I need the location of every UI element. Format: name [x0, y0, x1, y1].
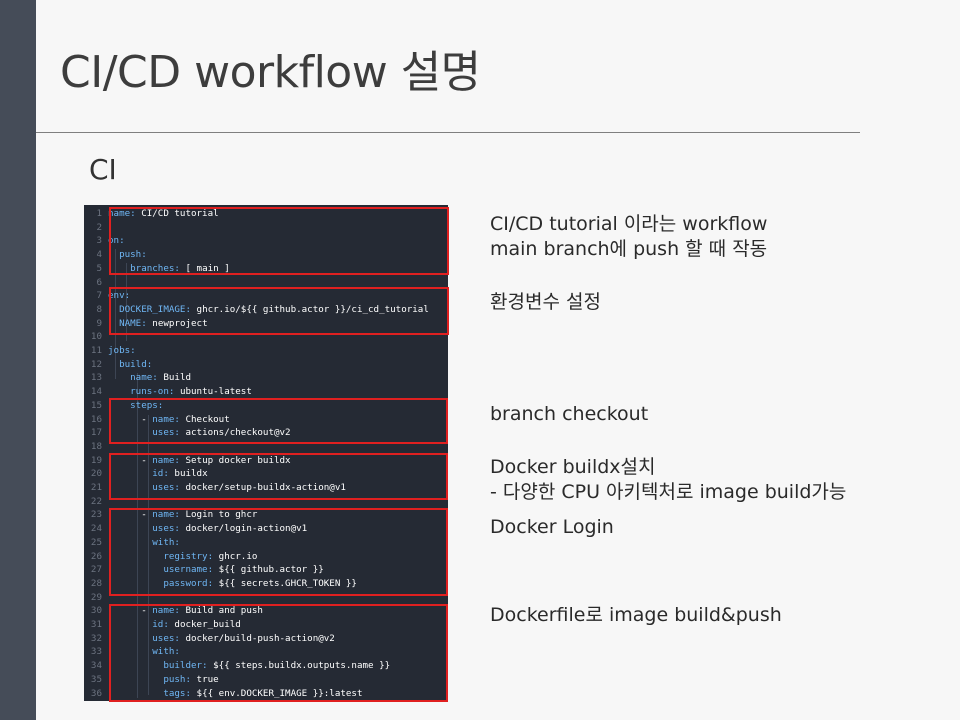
highlight-box-checkout	[109, 398, 448, 444]
title-divider	[36, 132, 860, 133]
line-number: 27	[90, 564, 102, 576]
line-number: 17	[90, 427, 102, 439]
line-number: 12	[90, 358, 102, 370]
line-number: 29	[90, 591, 102, 603]
line-number: 28	[90, 577, 102, 589]
yaml-key: name:	[130, 372, 158, 384]
line-number: 33	[90, 646, 102, 658]
line-number: 2	[96, 221, 102, 233]
line-number: 11	[90, 345, 102, 356]
code-line: 13 name: Build	[84, 371, 448, 385]
annotation-workflow-name: CI/CD tutorial 이라는 workflow main branch에…	[490, 212, 767, 262]
line-number: 4	[96, 249, 102, 261]
code-text: jobs:	[108, 344, 136, 358]
highlight-box-buildx	[109, 453, 448, 500]
annotation-checkout: branch checkout	[490, 403, 649, 425]
highlight-box-login	[109, 508, 448, 596]
line-number: 3	[96, 235, 102, 247]
line-number: 14	[90, 386, 102, 398]
annotation-login: Docker Login	[490, 516, 614, 538]
annotation-workflow-name-text: CI/CD tutorial 이라는 workflow	[490, 213, 768, 235]
highlight-box-env	[109, 287, 449, 335]
yaml-key: jobs:	[108, 345, 136, 356]
code-line: 14 runs-on: ubuntu-latest	[84, 385, 448, 399]
line-number: 22	[90, 495, 102, 507]
line-number: 23	[90, 509, 102, 521]
section-label: CI	[89, 153, 117, 186]
line-number: 25	[90, 536, 102, 548]
line-number: 15	[90, 399, 102, 411]
line-number: 34	[90, 660, 102, 672]
line-number: 21	[90, 482, 102, 493]
code-text: name: Build	[130, 372, 192, 384]
line-number: 16	[90, 413, 102, 425]
yaml-key: runs-on:	[130, 386, 175, 398]
code-line: 11 jobs:	[84, 344, 448, 358]
line-number: 30	[90, 605, 102, 617]
line-number: 36	[90, 687, 102, 699]
annotation-build-push: Dockerfile로 image build&push	[490, 604, 782, 626]
line-number: 6	[96, 276, 102, 288]
line-number: 31	[90, 619, 102, 630]
line-number: 24	[90, 523, 102, 535]
code-line: 12 build:	[84, 358, 448, 372]
line-number: 26	[90, 550, 102, 562]
line-number: 19	[90, 454, 102, 466]
annotation-buildx: Docker buildx설치 - 다양한 CPU 아키텍처로 image bu…	[490, 455, 846, 505]
line-number: 1	[96, 208, 102, 219]
highlight-box-workflow-trigger	[109, 207, 449, 275]
slide-title: CI/CD workflow 설명	[60, 47, 481, 98]
line-number: 7	[96, 290, 102, 302]
yaml-key: build:	[119, 358, 153, 370]
line-number: 20	[90, 468, 102, 480]
line-number: 5	[96, 262, 102, 274]
line-number: 32	[90, 632, 102, 644]
line-number: 8	[96, 303, 102, 315]
annotation-buildx-text: Docker buildx설치	[490, 456, 656, 478]
code-text: build:	[108, 358, 152, 372]
line-number: 18	[90, 440, 102, 452]
line-number: 35	[90, 673, 102, 685]
highlight-box-build-push	[109, 604, 448, 702]
line-number: 10	[90, 331, 102, 343]
code-text: runs-on: ubuntu-latest	[130, 386, 252, 398]
slide-side-bar	[0, 0, 36, 720]
annotation-buildx-detail: - 다양한 CPU 아키텍처로 image build가능	[490, 481, 847, 503]
line-number: 13	[90, 372, 102, 384]
annotation-env: 환경변수 설정	[490, 291, 601, 313]
annotation-trigger-text: main branch에 push 할 때 작동	[490, 238, 768, 260]
line-number: 9	[96, 317, 102, 329]
